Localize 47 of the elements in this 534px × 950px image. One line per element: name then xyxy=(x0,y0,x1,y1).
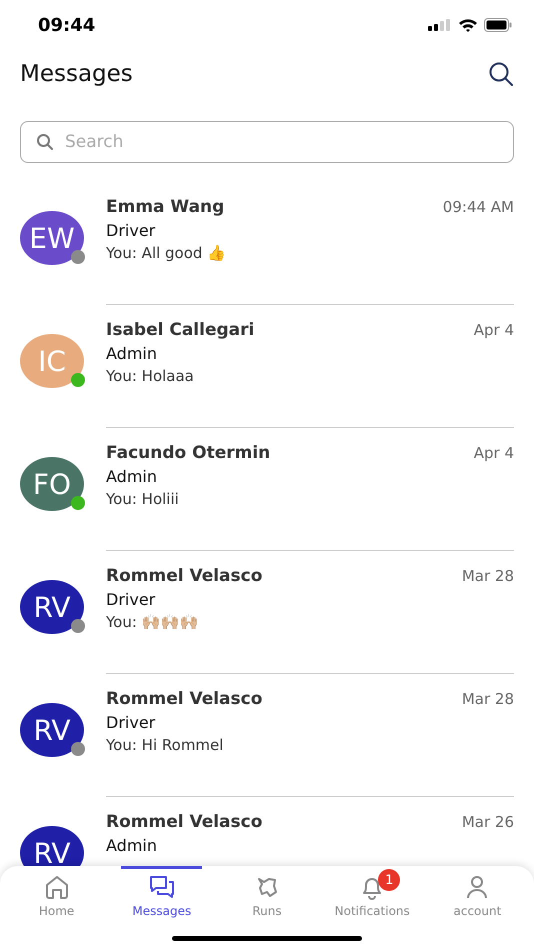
message-preview: You: Holaaa xyxy=(106,367,195,385)
avatar: FO xyxy=(20,457,84,511)
nav-tab[interactable]: Home xyxy=(4,866,110,950)
contact-name: Isabel Callegari xyxy=(106,320,254,340)
conversation-item[interactable]: FO Facundo Otermin Apr 4 Admin You: Holiii xyxy=(0,431,534,554)
avatar: RV xyxy=(20,826,84,866)
message-time: Mar 26 xyxy=(462,813,514,831)
message-preview: You: All good 👍 xyxy=(106,244,228,262)
avatar: RV xyxy=(20,703,84,757)
contact-role: Driver xyxy=(106,713,156,732)
contact-name: Rommel Velasco xyxy=(106,812,262,832)
contact-role: Driver xyxy=(106,590,156,609)
conversation-item[interactable]: EW Emma Wang 09:44 AM Driver You: All good 👍 xyxy=(0,185,534,308)
signal-icon xyxy=(428,19,452,31)
conversation-item[interactable]: IC Isabel Callegari Apr 4 Admin You: Holaaa xyxy=(0,308,534,431)
nav-tab[interactable]: Runs xyxy=(214,866,320,950)
contact-name: Facundo Otermin xyxy=(106,443,270,463)
contact-role: Driver xyxy=(106,221,156,240)
contact-name: Rommel Velasco xyxy=(106,566,262,586)
contact-name: Rommel Velasco xyxy=(106,689,262,709)
notification-badge: 1 xyxy=(378,869,400,891)
nav-tab[interactable]: account xyxy=(424,866,530,950)
contact-role: Admin xyxy=(106,467,158,486)
message-time: Mar 28 xyxy=(462,690,514,708)
message-time: 09:44 AM xyxy=(442,198,514,216)
wifi-icon xyxy=(458,18,478,32)
message-time: Mar 28 xyxy=(462,567,514,585)
message-time: Apr 4 xyxy=(474,321,514,339)
avatar: IC xyxy=(20,334,84,388)
nav-tab[interactable]: Messages xyxy=(109,866,214,950)
message-preview: You: Holiii xyxy=(106,490,180,508)
conversation-item[interactable]: RV Rommel Velasco Mar 28 Driver You: Hi Rommel xyxy=(0,677,534,800)
message-time: Apr 4 xyxy=(474,444,514,462)
message-preview: You: Hi Rommel xyxy=(106,736,224,754)
search-icon[interactable] xyxy=(488,61,514,87)
contact-role: Admin xyxy=(106,344,158,363)
chat-icon xyxy=(148,874,176,900)
status-time: 09:44 xyxy=(38,14,96,36)
search-field[interactable]: Search xyxy=(20,121,514,163)
avatar: EW xyxy=(20,211,84,265)
page-title: Messages xyxy=(20,61,133,87)
avatar: RV xyxy=(20,580,84,634)
message-preview: You: 🙌🏼🙌🏼🙌🏼 xyxy=(106,613,200,631)
battery-icon xyxy=(484,18,512,32)
contact-role: Admin xyxy=(106,836,158,855)
conversation-item[interactable]: RV Rommel Velasco Mar 28 Driver You: 🙌🏼🙌🏼🙌🏼 xyxy=(0,554,534,677)
contact-name: Emma Wang xyxy=(106,197,224,217)
